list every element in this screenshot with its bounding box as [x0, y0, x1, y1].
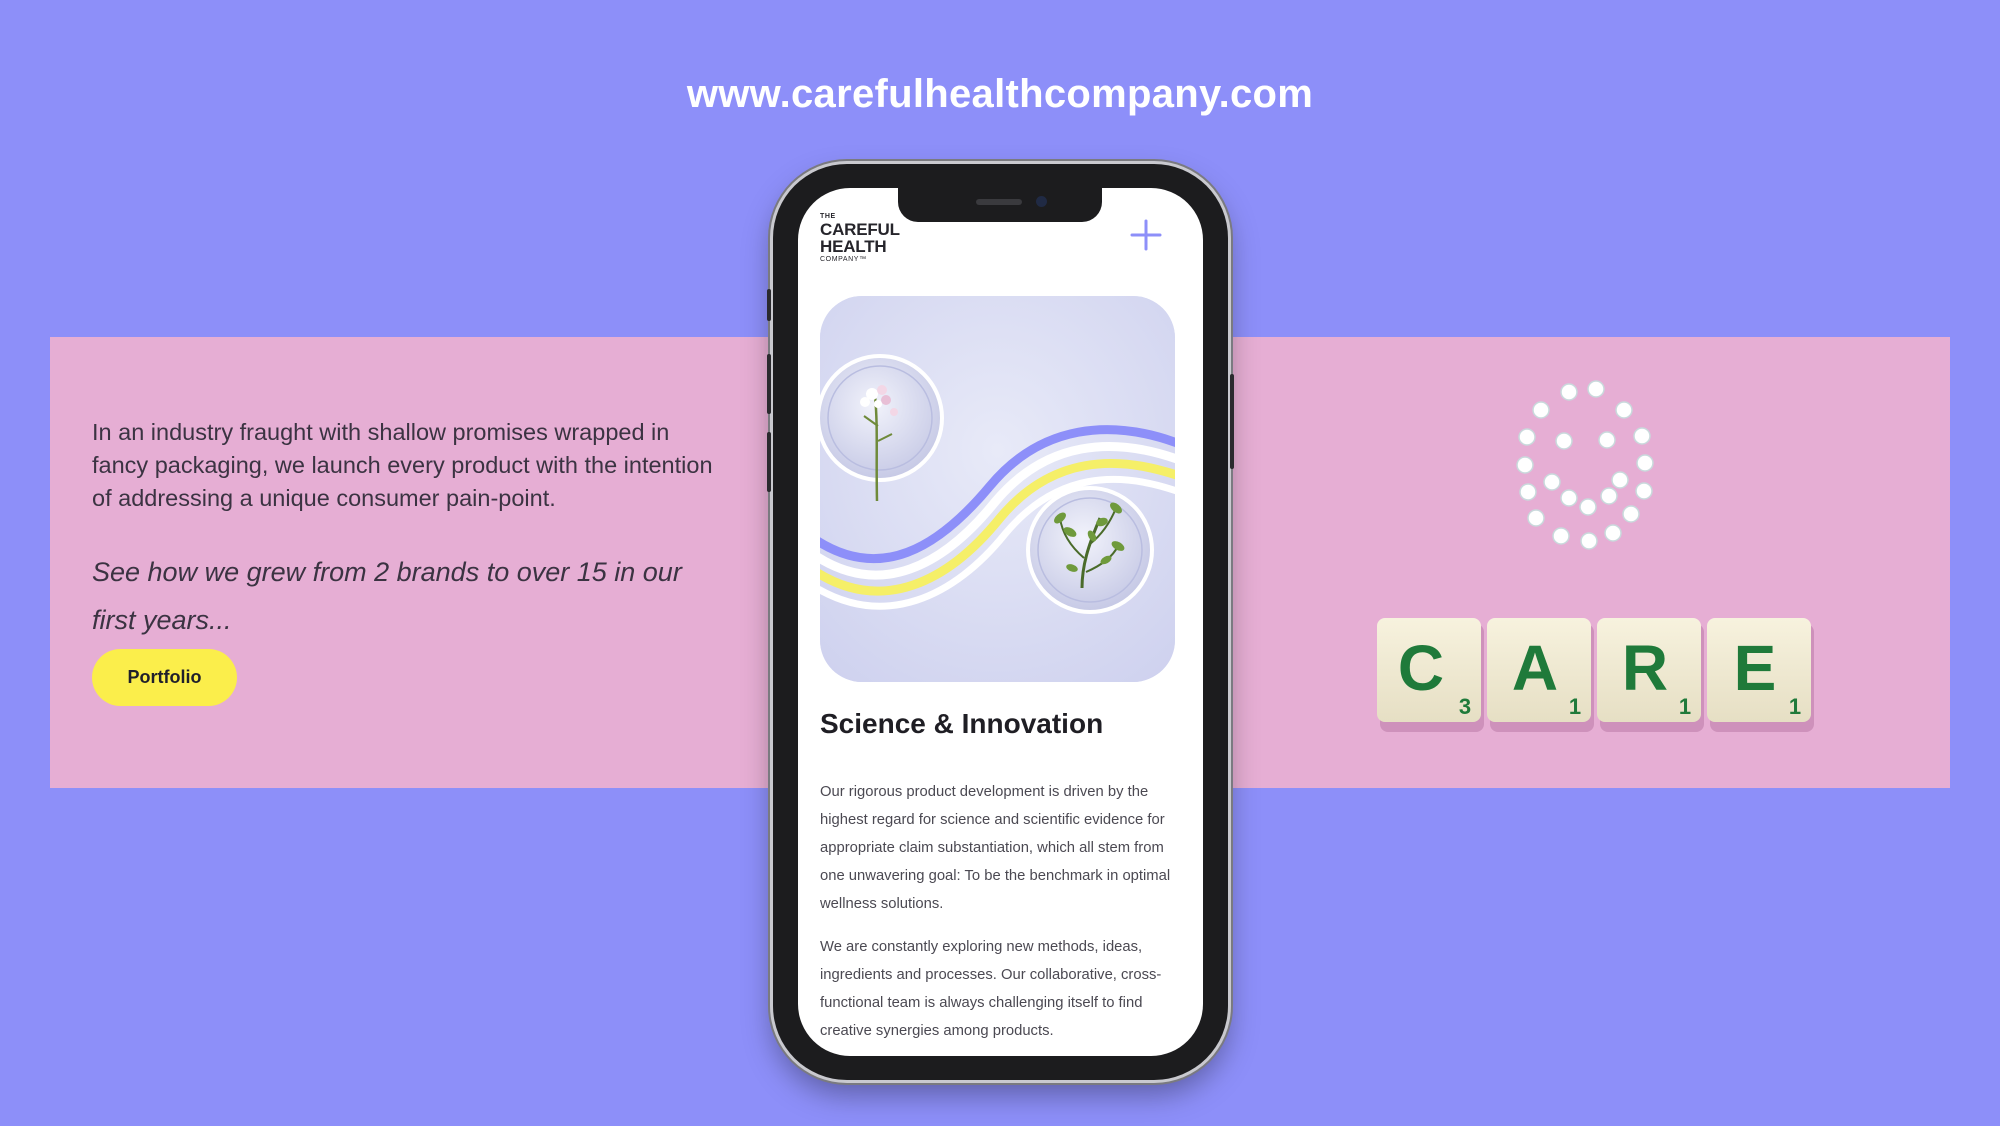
site-url: www.carefulhealthcompany.com [686, 72, 1314, 116]
speaker [976, 199, 1022, 205]
section-paragraph: We are constantly exploring new methods,… [820, 939, 1162, 1039]
phone-side-button [767, 289, 771, 321]
phone-side-button [767, 354, 771, 414]
tile-score: 1 [1789, 694, 1801, 719]
phone-screen: THE CAREFUL HEALTH COMPANY™ Science & In… [798, 188, 1203, 1056]
plus-icon[interactable] [1129, 218, 1163, 252]
phone-side-button [1230, 374, 1234, 469]
phone-side-button [767, 432, 771, 492]
science-hero-image [820, 296, 1175, 682]
tile-letter: C [1398, 632, 1444, 704]
scrabble-tiles: C 3 A 1 R 1 E 1 [1377, 618, 1814, 732]
camera [1036, 196, 1047, 207]
logo-careful: CAREFUL [820, 220, 900, 239]
care-photo: C 3 A 1 R 1 E 1 [1377, 380, 1814, 732]
tile-letter: R [1622, 632, 1668, 704]
company-logo[interactable]: THE CAREFUL HEALTH COMPANY™ [820, 212, 900, 264]
intro-text: In an industry fraught with shallow prom… [92, 419, 713, 511]
tile-letter: A [1512, 632, 1558, 704]
tile-score: 3 [1459, 694, 1471, 719]
tile-score: 1 [1679, 694, 1691, 719]
portfolio-button[interactable]: Portfolio [92, 649, 237, 706]
section-paragraph: Our rigorous product development is driv… [820, 784, 1171, 912]
tile-letter: E [1734, 632, 1777, 704]
intro-tagline: See how we grew from 2 brands to over 15… [92, 557, 682, 635]
phone-mockup: THE CAREFUL HEALTH COMPANY™ Science & In… [767, 164, 1234, 1080]
logo-company: COMPANY™ [820, 256, 867, 263]
section-title: Science & Innovation [820, 708, 1104, 739]
logo-health: HEALTH [820, 237, 887, 256]
phone-notch [898, 188, 1102, 222]
tile-score: 1 [1569, 694, 1581, 719]
pill-ring [1516, 380, 1654, 550]
